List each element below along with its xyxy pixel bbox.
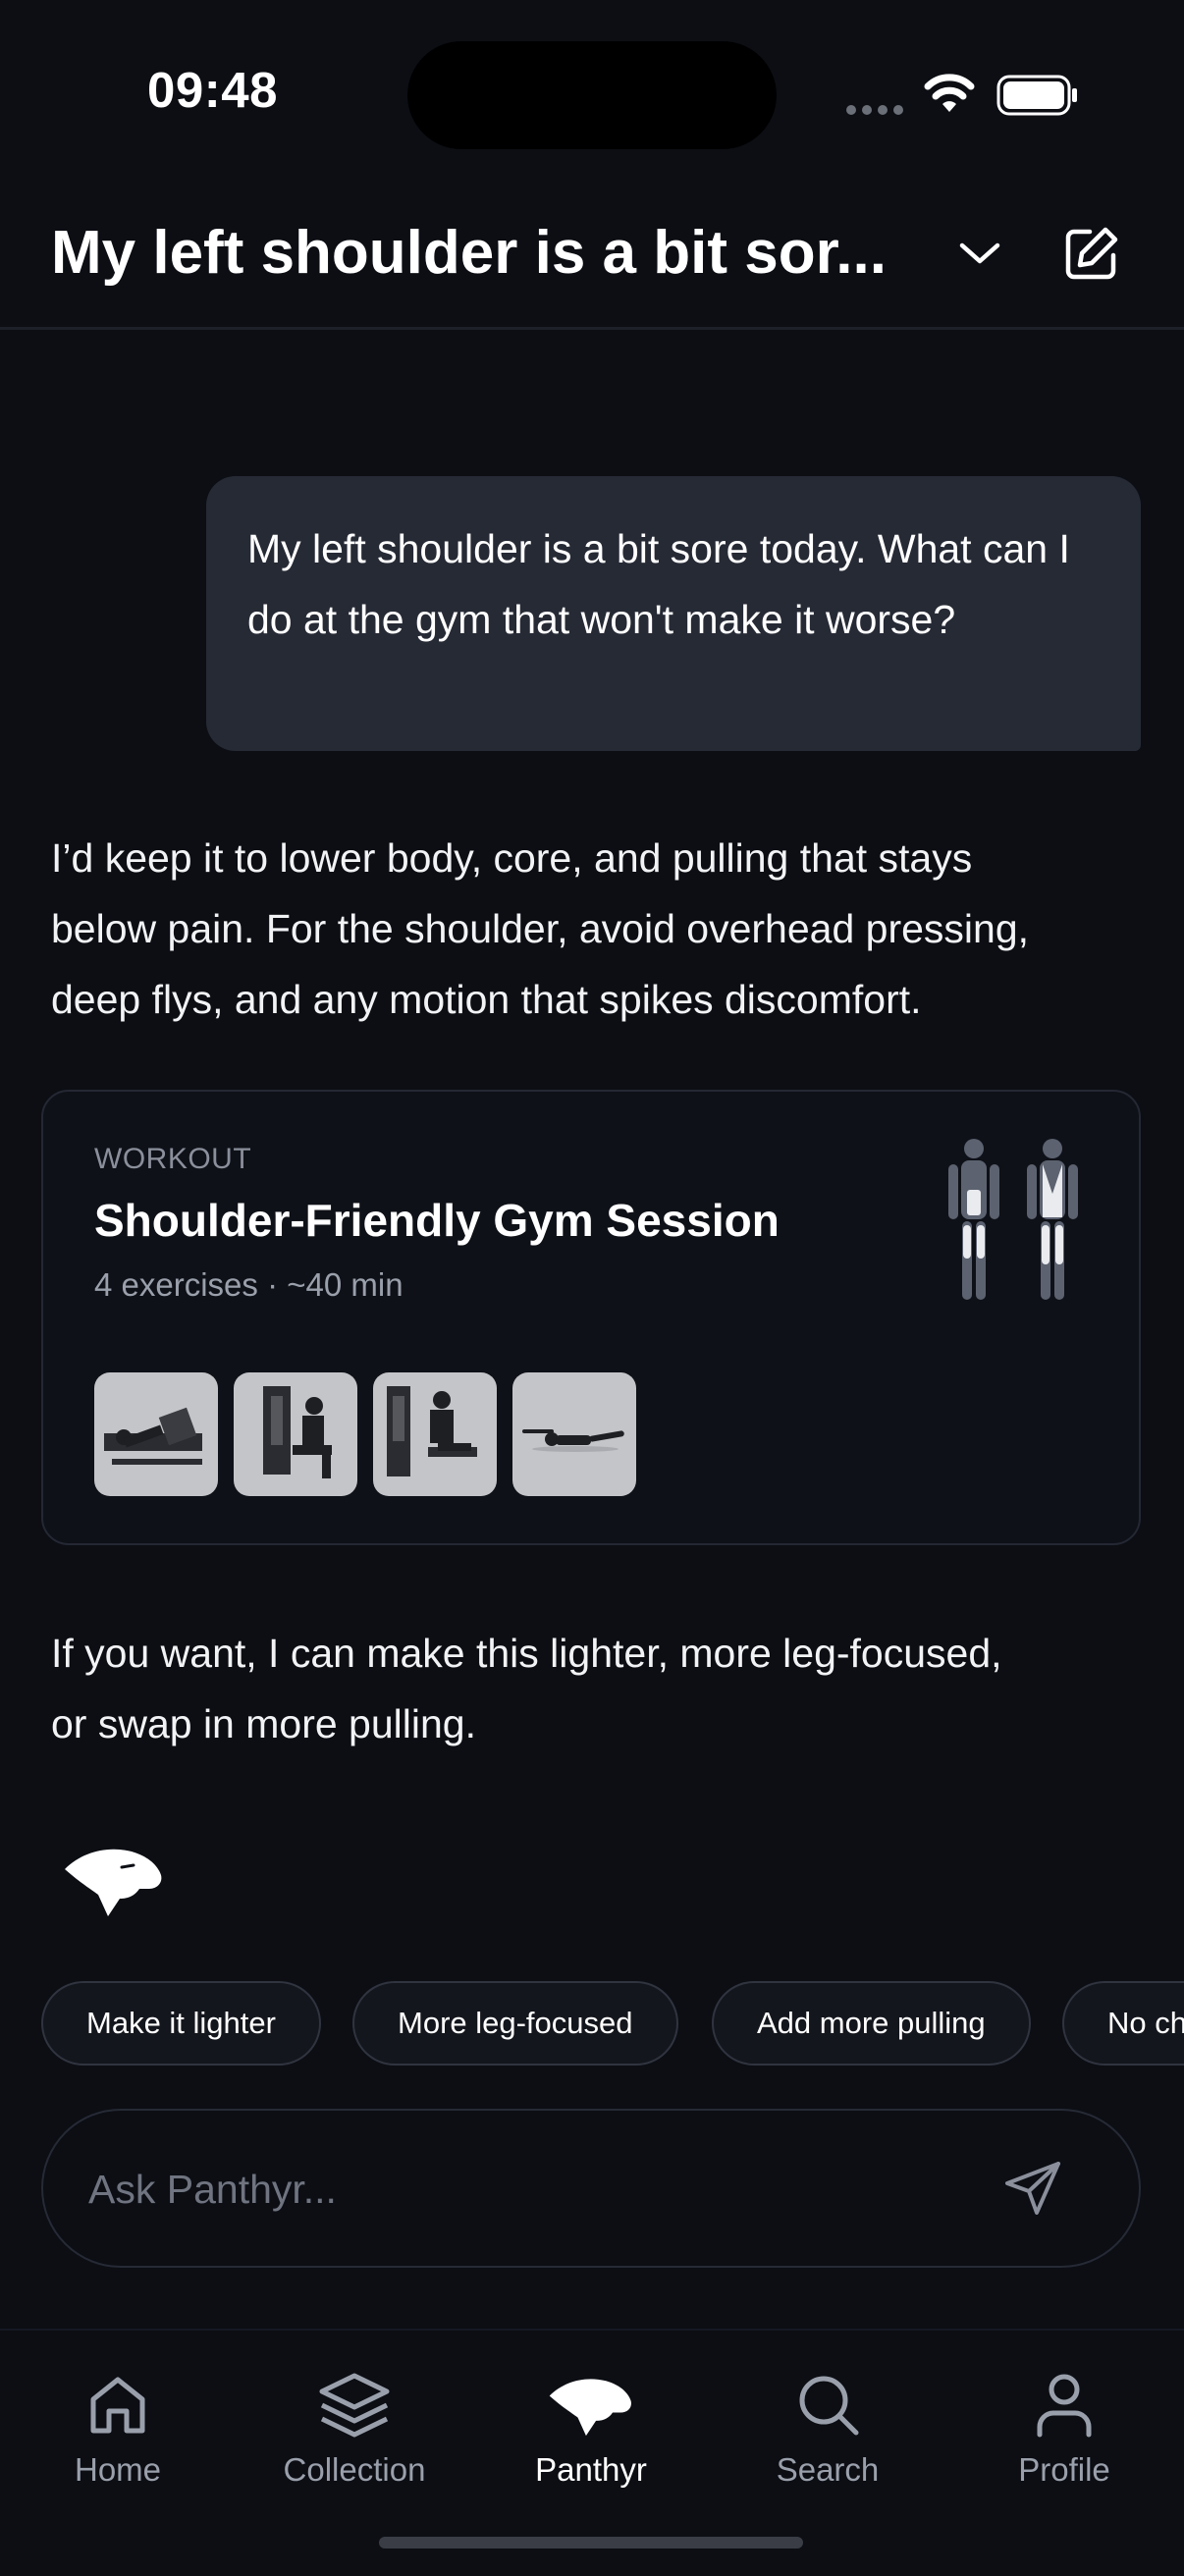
- tab-home[interactable]: Home: [20, 2370, 216, 2489]
- tab-panthyr[interactable]: Panthyr: [493, 2370, 689, 2489]
- assistant-line: or swap in more pulling.: [51, 1701, 476, 1746]
- assistant-line: below pain. For the shoulder, avoid over…: [51, 906, 1030, 951]
- tab-collection[interactable]: Collection: [256, 2370, 453, 2489]
- exercise-thumbnail[interactable]: [373, 1372, 497, 1496]
- tab-search[interactable]: Search: [729, 2370, 926, 2489]
- suggestion-chip[interactable]: More leg-focused: [352, 1981, 678, 2066]
- assistant-followup: If you want, I can make this lighter, mo…: [51, 1618, 1141, 1759]
- assistant-line: If you want, I can make this lighter, mo…: [51, 1631, 1002, 1676]
- workout-card-title: Shoulder-Friendly Gym Session: [94, 1195, 780, 1246]
- status-time: 09:48: [147, 62, 278, 118]
- tab-label: Search: [776, 2451, 880, 2488]
- suggestion-chip[interactable]: Make it lighter: [41, 1981, 321, 2066]
- home-indicator: [379, 2537, 803, 2549]
- tab-label: Profile: [1018, 2451, 1110, 2488]
- workout-card-meta: 4 exercises · ~40 min: [94, 1266, 404, 1303]
- muscle-map-icon: [935, 1135, 1092, 1316]
- chevron-down-icon[interactable]: [954, 234, 1005, 278]
- suggestion-chip[interactable]: No ch: [1062, 1981, 1184, 2066]
- workout-card-label: WORKOUT: [94, 1143, 252, 1175]
- exercise-thumbnail[interactable]: [234, 1372, 357, 1496]
- header-divider: [0, 327, 1184, 330]
- suggestion-chip[interactable]: Add more pulling: [712, 1981, 1031, 2066]
- chat-input-container: [41, 2109, 1141, 2268]
- tab-label: Panthyr: [535, 2451, 647, 2488]
- exercise-thumbnail[interactable]: [512, 1372, 636, 1496]
- send-icon[interactable]: [1001, 2156, 1066, 2226]
- tab-label: Home: [74, 2451, 162, 2488]
- chat-input[interactable]: [86, 2111, 974, 2268]
- user-message-bubble: My left shoulder is a bit sore today. Wh…: [206, 476, 1141, 751]
- wifi-icon: [923, 73, 976, 119]
- tab-label: Collection: [283, 2451, 426, 2488]
- cellular-signal-icon: [846, 102, 909, 120]
- search-icon: [799, 2376, 859, 2436]
- home-icon: [90, 2377, 145, 2434]
- tab-profile[interactable]: Profile: [966, 2370, 1162, 2489]
- battery-icon: [996, 75, 1077, 116]
- layers-icon: [319, 2373, 390, 2438]
- profile-icon: [1037, 2374, 1092, 2438]
- panther-logo-icon: [63, 1840, 165, 1923]
- exercise-thumbnail[interactable]: [94, 1372, 218, 1496]
- assistant-line: I’d keep it to lower body, core, and pul…: [51, 835, 973, 881]
- workout-card[interactable]: WORKOUT Shoulder-Friendly Gym Session 4 …: [41, 1090, 1141, 1545]
- assistant-message: I’d keep it to lower body, core, and pul…: [51, 823, 1141, 1035]
- conversation-title[interactable]: My left shoulder is a bit sor...: [51, 218, 935, 288]
- dynamic-island: [407, 41, 777, 149]
- assistant-line: deep flys, and any motion that spikes di…: [51, 977, 922, 1022]
- panther-icon: [549, 2379, 631, 2437]
- new-chat-edit-icon[interactable]: [1060, 222, 1123, 290]
